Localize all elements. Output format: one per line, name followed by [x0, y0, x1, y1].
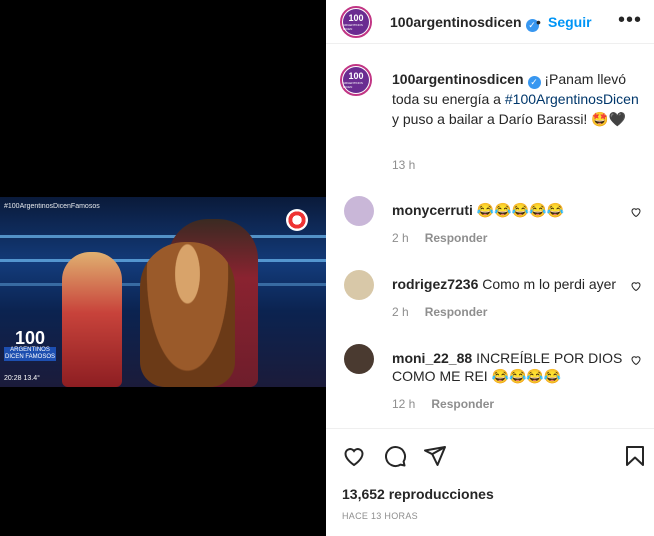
- caption-avatar[interactable]: 100 ARGENTINOS DICEN: [340, 64, 372, 96]
- bookmark-icon[interactable]: [623, 444, 647, 468]
- post-panel: 100 ARGENTINOS DICEN 100argentinosdicen ✓…: [326, 0, 654, 536]
- comment-text: moni_22_88 INCREÍBLE POR DIOS COMO ME RE…: [392, 349, 632, 385]
- follow-button[interactable]: Seguir: [548, 14, 592, 30]
- like-comment-heart-icon[interactable]: [630, 280, 642, 292]
- comment-meta: 2 h Responder: [392, 305, 487, 319]
- header-username[interactable]: 100argentinosdicen: [390, 14, 522, 30]
- comment-avatar[interactable]: [344, 270, 374, 300]
- caption-timestamp: 13 h: [392, 158, 416, 172]
- comment-body: Como m lo perdi ayer: [482, 276, 617, 292]
- comment-text: monycerruti 😂😂😂😂😂: [392, 201, 632, 219]
- comment-meta: 12 h Responder: [392, 397, 494, 411]
- show-logo-number: 100: [14, 328, 46, 348]
- show-logo: 100 ARGENTINOS DICEN FAMOSOS: [4, 329, 56, 373]
- profile-avatar[interactable]: 100 ARGENTINOS DICEN: [340, 6, 372, 38]
- comment-time: 2 h: [392, 231, 409, 245]
- reply-button[interactable]: Responder: [431, 397, 494, 411]
- performer-figure: [62, 252, 122, 387]
- avatar-text: ARGENTINOS DICEN: [343, 80, 363, 89]
- view-count[interactable]: 13,652 reproducciones: [342, 486, 494, 502]
- comment-time: 2 h: [392, 305, 409, 319]
- comment-body: 😂😂😂😂😂: [476, 202, 564, 218]
- comment-username[interactable]: moni_22_88: [392, 350, 472, 366]
- post-age: HACE 13 HORAS: [342, 511, 418, 521]
- comment-icon[interactable]: [383, 444, 407, 468]
- share-icon[interactable]: [423, 444, 447, 468]
- comment-meta: 2 h Responder: [392, 231, 487, 245]
- comment-username[interactable]: monycerruti: [392, 202, 473, 218]
- show-logo-subtitle: ARGENTINOS DICEN FAMOSOS: [4, 347, 56, 361]
- like-comment-heart-icon[interactable]: [630, 354, 642, 366]
- verified-icon: ✓: [527, 76, 541, 89]
- comment-text: rodrigez7236 Como m lo perdi ayer: [392, 275, 632, 293]
- caption-text: 100argentinosdicen ✓ ¡Panam llevó toda su…: [392, 69, 640, 129]
- header-username-wrap: 100argentinosdicen ✓: [390, 14, 539, 32]
- comment-username[interactable]: rodrigez7236: [392, 276, 478, 292]
- heart-icon[interactable]: [342, 444, 366, 468]
- reply-button[interactable]: Responder: [425, 231, 488, 245]
- avatar-number: 100: [348, 70, 364, 81]
- more-icon[interactable]: •••: [618, 10, 642, 30]
- stage-light: [0, 235, 326, 238]
- post-header: 100 ARGENTINOS DICEN 100argentinosdicen ✓…: [326, 0, 654, 44]
- video-clock: 20:28 13.4°: [4, 375, 40, 382]
- caption-username[interactable]: 100argentinosdicen: [392, 71, 524, 87]
- comment-avatar[interactable]: [344, 344, 374, 374]
- caption-text-after: y puso a bailar a Darío Barassi! 🤩🖤: [392, 111, 627, 127]
- like-comment-heart-icon[interactable]: [630, 206, 642, 218]
- avatar-text: ARGENTINOS DICEN: [343, 22, 363, 31]
- video-player[interactable]: #100ArgentinosDicenFamosos 100 ARGENTINO…: [0, 197, 326, 387]
- channel-logo-icon: [286, 209, 308, 231]
- caption-hashtag-link[interactable]: #100ArgentinosDicen: [505, 91, 639, 107]
- media-panel: #100ArgentinosDicenFamosos 100 ARGENTINO…: [0, 0, 326, 536]
- avatar-number: 100: [348, 12, 364, 23]
- reply-button[interactable]: Responder: [425, 305, 488, 319]
- monkey-costume-figure: [140, 242, 235, 387]
- comment-avatar[interactable]: [344, 196, 374, 226]
- post-actions: 13,652 reproducciones HACE 13 HORAS: [326, 428, 654, 536]
- video-overlay-hashtag: #100ArgentinosDicenFamosos: [4, 203, 100, 210]
- separator-dot: •: [536, 14, 541, 30]
- comment-time: 12 h: [392, 397, 416, 411]
